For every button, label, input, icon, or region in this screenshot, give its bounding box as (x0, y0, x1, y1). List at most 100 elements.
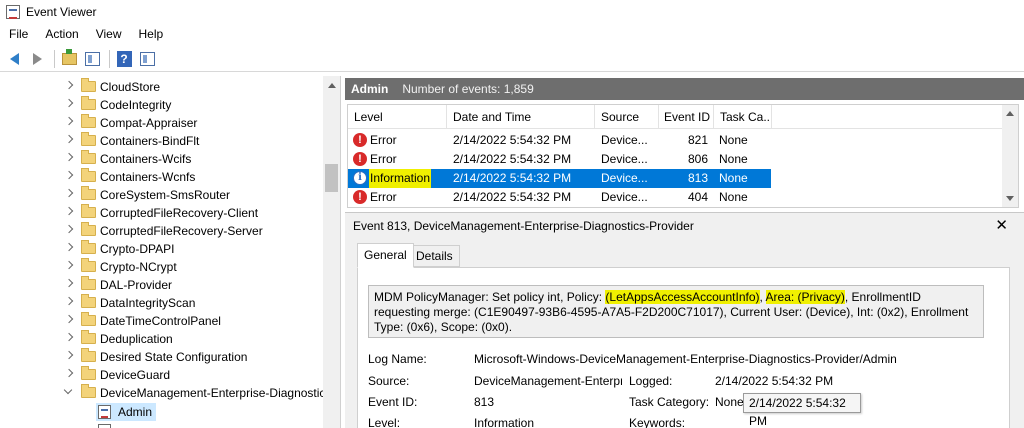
tree-item-admin[interactable]: Admin (96, 403, 156, 421)
chevron-right-icon[interactable] (64, 170, 74, 180)
folder-icon (81, 114, 96, 128)
menu-help[interactable]: Help (130, 27, 172, 41)
up-one-level-button[interactable] (59, 48, 79, 69)
tree-item-corruptedfilerecovery-server[interactable]: CorruptedFileRecovery-Server (0, 222, 322, 240)
scrollbar-thumb[interactable] (325, 164, 338, 192)
keywords-label: Keywords: (629, 416, 686, 428)
chevron-right-icon[interactable] (64, 278, 74, 288)
events-list-header: Level Date and Time Source Event ID Task… (348, 105, 1003, 129)
tab-details[interactable]: Details (409, 245, 460, 267)
chevron-right-icon[interactable] (64, 98, 74, 108)
tree-item-dataintegrityscan[interactable]: DataIntegrityScan (0, 294, 322, 312)
folder-icon (81, 240, 96, 254)
error-icon: ! (353, 152, 367, 166)
chevron-right-icon[interactable] (64, 332, 74, 342)
tree-item-operational[interactable] (0, 422, 322, 428)
event-detail-pane: Event 813, DeviceManagement-Enterprise-D… (345, 212, 1024, 428)
event-row[interactable]: ! Error 2/14/2022 5:54:32 PM Device... 4… (348, 188, 771, 207)
chevron-right-icon[interactable] (64, 80, 74, 90)
chevron-right-icon[interactable] (64, 188, 74, 198)
tree-item-compat-appraiser[interactable]: Compat-Appraiser (0, 114, 322, 132)
chevron-right-icon[interactable] (64, 152, 74, 162)
tree-scrollbar[interactable] (323, 76, 340, 428)
event-row[interactable]: ! Error 2/14/2022 5:54:32 PM Device... 8… (348, 131, 771, 150)
event-source: Device... (601, 190, 648, 204)
tree-item-label: CoreSystem-SmsRouter (100, 188, 231, 202)
chevron-right-icon[interactable] (64, 116, 74, 126)
tree-item-containers-wcifs[interactable]: Containers-Wcifs (0, 150, 322, 168)
folder-icon (81, 204, 96, 218)
menu-file[interactable]: File (0, 27, 36, 41)
tree-item-label: CodeIntegrity (100, 98, 172, 112)
source-label: Source: (368, 374, 410, 388)
tab-general[interactable]: General (357, 243, 414, 268)
tree-item-codeintegrity[interactable]: CodeIntegrity (0, 96, 322, 114)
menu-bar: File Action View Help (0, 24, 1024, 44)
event-task-category: None (719, 190, 748, 204)
close-icon[interactable]: ✕ (995, 216, 1008, 234)
chevron-right-icon[interactable] (64, 350, 74, 360)
chevron-right-icon[interactable] (64, 242, 74, 252)
tree-item-deduplication[interactable]: Deduplication (0, 330, 322, 348)
tree-item-coresystem-smsrouter[interactable]: CoreSystem-SmsRouter (0, 186, 322, 204)
column-header-task-category[interactable]: Task Ca... (714, 105, 772, 129)
event-description: MDM PolicyManager: Set policy int, Polic… (368, 285, 984, 338)
chevron-right-icon[interactable] (64, 206, 74, 216)
folder-icon (81, 348, 96, 362)
error-icon: ! (353, 133, 367, 147)
tree-item-desired-state-configuration[interactable]: Desired State Configuration (0, 348, 322, 366)
scroll-up-icon[interactable] (1006, 111, 1014, 116)
event-id: 404 (688, 190, 709, 204)
chevron-right-icon[interactable] (64, 260, 74, 270)
event-id-label: Event ID: (368, 395, 418, 409)
source-value: DeviceManagement-Enterpr (474, 374, 622, 388)
tree-item-deviceguard[interactable]: DeviceGuard (0, 366, 322, 384)
event-count: Number of events: 1,859 (402, 82, 534, 96)
tree-item-label: Deduplication (100, 332, 173, 346)
tree-item-corruptedfilerecovery-client[interactable]: CorruptedFileRecovery-Client (0, 204, 322, 222)
tree-item-dal-provider[interactable]: DAL-Provider (0, 276, 322, 294)
tree-item-devicemanagement-enterprise-diagnostics[interactable]: DeviceManagement-Enterprise-Diagnostics (0, 384, 331, 402)
events-scrollbar[interactable] (1002, 105, 1018, 207)
column-header-date-and-time[interactable]: Date and Time (447, 105, 595, 129)
tree-item-crypto-ncrypt[interactable]: Crypto-NCrypt (0, 258, 322, 276)
chevron-right-icon[interactable] (64, 134, 74, 144)
tree-item-datetimecontrolpanel[interactable]: DateTimeControlPanel (0, 312, 322, 330)
scroll-up-icon[interactable] (328, 83, 336, 88)
show-hide-tree-icon (84, 51, 100, 66)
folder-icon (81, 96, 96, 110)
column-header-level[interactable]: Level (348, 105, 447, 129)
folder-icon (81, 132, 96, 146)
menu-view[interactable]: View (87, 27, 130, 41)
event-date: 2/14/2022 5:54:32 PM (453, 152, 572, 166)
window-title: Event Viewer (26, 5, 97, 19)
column-header-event-id[interactable]: Event ID (659, 105, 714, 129)
tree-item-crypto-dpapi[interactable]: Crypto-DPAPI (0, 240, 322, 258)
menu-action[interactable]: Action (36, 27, 86, 41)
tree-item-containers-wcnfs[interactable]: Containers-Wcnfs (0, 168, 322, 186)
event-row[interactable]: ! Error 2/14/2022 5:54:32 PM Device... 8… (348, 150, 771, 169)
scroll-down-icon[interactable] (1006, 196, 1014, 201)
tree-item-containers-bindflt[interactable]: Containers-BindFlt (0, 132, 322, 150)
chevron-right-icon[interactable] (64, 296, 74, 306)
show-hide-action-pane-icon (139, 51, 155, 66)
show-hide-tree-button[interactable] (82, 49, 102, 69)
back-icon (9, 52, 19, 65)
error-icon: ! (353, 190, 367, 204)
event-date: 2/14/2022 5:54:32 PM (453, 133, 572, 147)
forward-button[interactable] (27, 49, 47, 69)
back-button[interactable] (4, 49, 24, 69)
event-row-selected[interactable]: i Information 2/14/2022 5:54:32 PM Devic… (348, 169, 771, 188)
chevron-right-icon[interactable] (64, 368, 74, 378)
folder-icon (81, 330, 96, 344)
show-hide-action-pane-button[interactable] (137, 49, 157, 69)
level-label: Level: (368, 416, 401, 428)
chevron-right-icon[interactable] (64, 224, 74, 234)
log-name-title: Admin (351, 82, 389, 96)
tree-item-cloudstore[interactable]: CloudStore (0, 78, 322, 96)
chevron-right-icon[interactable] (64, 314, 74, 324)
column-header-source[interactable]: Source (595, 105, 659, 129)
help-button[interactable]: ? (114, 49, 134, 69)
event-viewer-app-icon (6, 5, 20, 19)
chevron-down-icon[interactable] (63, 385, 73, 395)
